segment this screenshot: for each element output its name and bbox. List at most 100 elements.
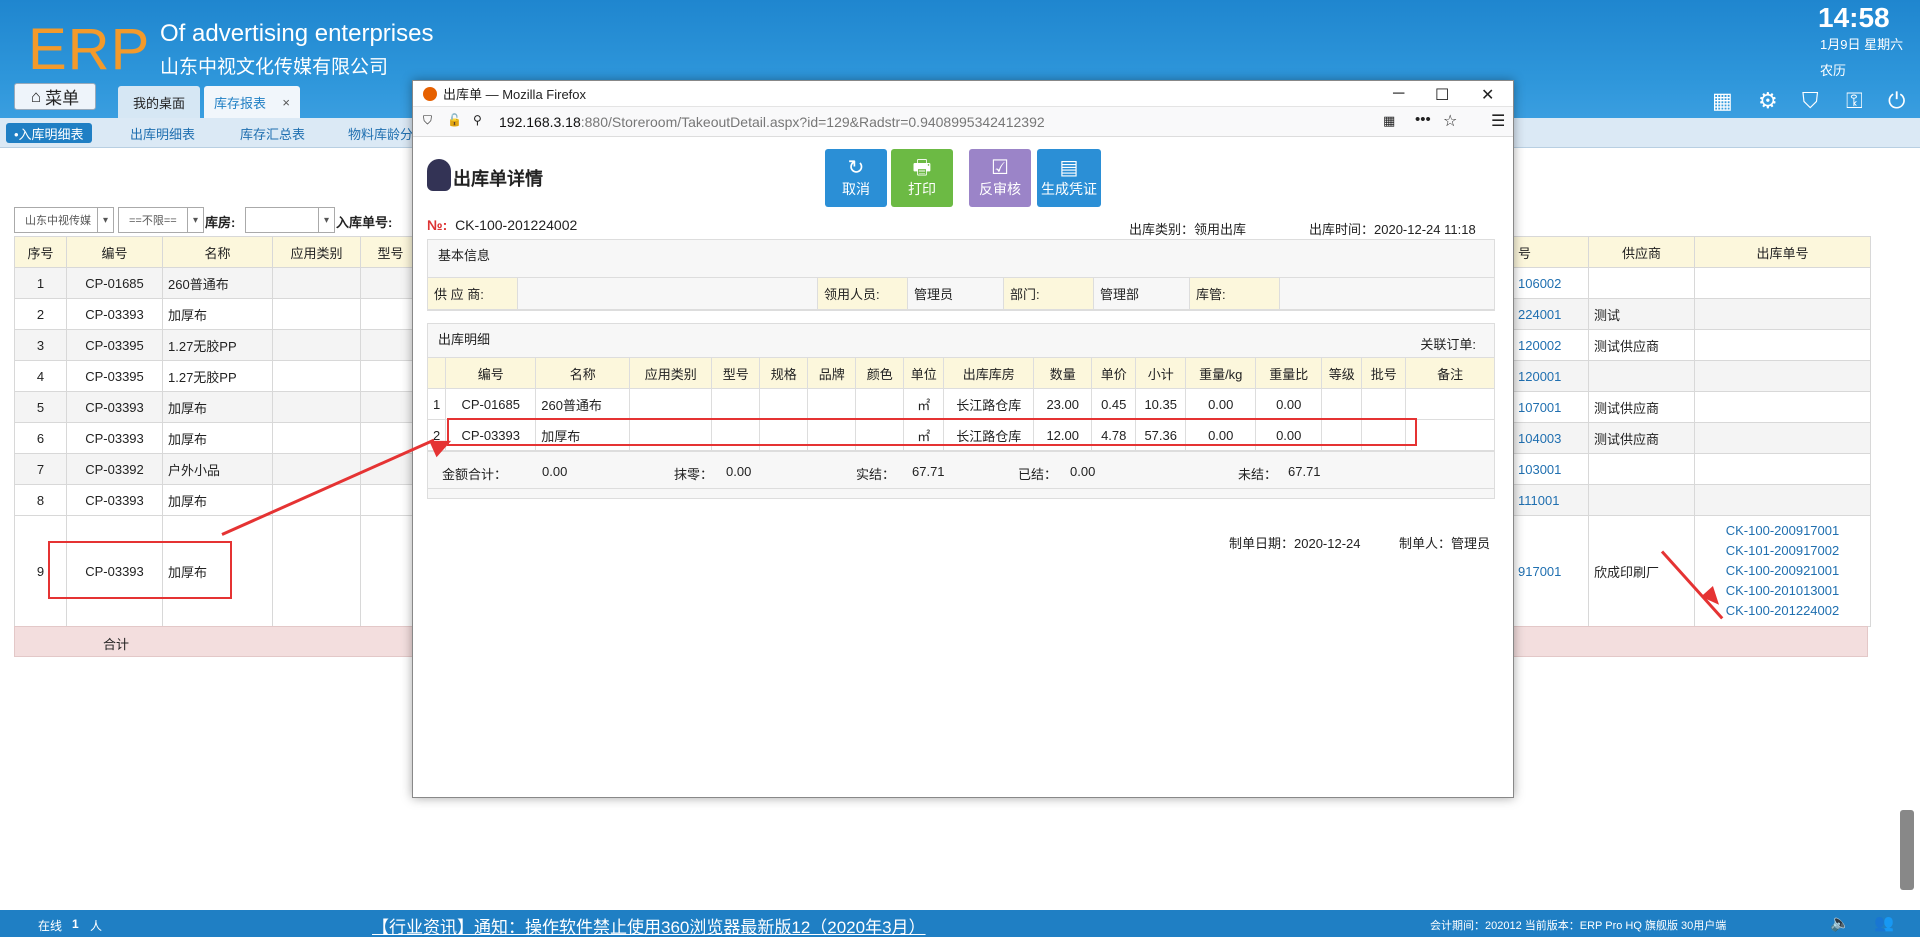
insecure-lock-icon: 🔓 bbox=[447, 113, 462, 127]
subnav-outbound-detail[interactable]: 出库明细表 bbox=[130, 123, 195, 143]
table-row[interactable]: 111001 bbox=[1512, 484, 1871, 516]
table-row[interactable]: 120002 测试供应商 bbox=[1512, 329, 1871, 361]
inbound-table-right: 号 供应商 出库单号 106002 224001 测试 120002 测试供应商 1… bbox=[1512, 236, 1871, 627]
shield-icon: ⛉ bbox=[423, 113, 433, 127]
refresh-icon: ↻ bbox=[847, 157, 865, 179]
inbound-no-label: 入库单号: bbox=[336, 215, 393, 230]
close-icon[interactable]: ✕ bbox=[1481, 85, 1494, 105]
outbound-no-link[interactable]: CK-100-201224002 bbox=[1700, 601, 1865, 621]
hamburger-menu-icon[interactable]: ☰ bbox=[1491, 111, 1505, 131]
subnav-stock-age[interactable]: 物料库龄分 bbox=[348, 123, 413, 143]
total-label: 合计 bbox=[103, 637, 130, 652]
range-select[interactable]: ==不限== ▾ bbox=[118, 207, 204, 233]
outbound-no-link[interactable]: CK-100-200917001 bbox=[1700, 521, 1865, 541]
firefox-icon bbox=[423, 86, 437, 101]
company-select[interactable]: 山东中视传媒 ▾ bbox=[14, 207, 114, 233]
chevron-down-icon: ▾ bbox=[318, 208, 334, 232]
window-titlebar: 出库单 — Mozilla Firefox ─ ☐ ✕ bbox=[413, 81, 1513, 107]
table-row[interactable]: 103001 bbox=[1512, 453, 1871, 485]
date: 1月9日 星期六 bbox=[1820, 37, 1904, 52]
scrollbar[interactable] bbox=[1898, 150, 1916, 910]
maximize-icon[interactable]: ☐ bbox=[1435, 85, 1449, 105]
table-row[interactable]: 2 CP-03393 加厚布 bbox=[14, 298, 421, 330]
highlight-box bbox=[48, 541, 232, 599]
table-row[interactable]: 3 CP-03395 1.27无胶PP bbox=[14, 329, 421, 361]
generate-voucher-button[interactable]: ▤ 生成凭证 bbox=[1037, 149, 1101, 207]
outbound-time: 出库时间：2020-12-24 11:18 bbox=[1309, 222, 1476, 237]
dept-value: 管理部 bbox=[1093, 277, 1190, 310]
clock: 14:58 bbox=[1818, 2, 1890, 33]
table-row[interactable]: 4 CP-03395 1.27无胶PP bbox=[14, 360, 421, 392]
col-header: 号 bbox=[1512, 236, 1589, 268]
url-bar[interactable]: ⛉ 🔓 ⚲ 192.168.3.18:880/Storeroom/Takeout… bbox=[413, 107, 1513, 137]
table-row[interactable]: 106002 bbox=[1512, 267, 1871, 299]
mascot-icon bbox=[427, 159, 451, 191]
erp-logo: ERP bbox=[28, 17, 151, 82]
chevron-down-icon: ▾ bbox=[97, 208, 113, 232]
status-bar: 在线 1 人 【行业资讯】通知：操作软件禁止使用360浏览器最新版12（2020… bbox=[0, 910, 1920, 937]
users-icon[interactable]: 👥 bbox=[1874, 913, 1894, 933]
supplier-value bbox=[517, 277, 818, 310]
qr-icon[interactable]: ▦ bbox=[1383, 113, 1395, 129]
chevron-down-icon: ▾ bbox=[187, 208, 203, 232]
table-row[interactable]: 120001 bbox=[1512, 360, 1871, 392]
table-row[interactable]: 1 CP-01685 260普通布㎡长江路仓库 23.00 0.45 10.35 0.00 0… bbox=[426, 388, 1495, 420]
totals-bar: 金额合计： 0.00 抹零： 0.00 实结： 67.71 已结： 0.00 未… bbox=[427, 451, 1495, 489]
table-row[interactable]: 107001 测试供应商 bbox=[1512, 391, 1871, 423]
shirt-icon[interactable]: ⛉ bbox=[1802, 88, 1819, 114]
speaker-icon[interactable]: 🔈 bbox=[1830, 913, 1850, 933]
outbound-no-link[interactable]: CK-100-200921001 bbox=[1700, 561, 1865, 581]
page-title: 出库单详情 bbox=[453, 169, 543, 189]
gear-icon[interactable]: ⚙ bbox=[1758, 88, 1778, 114]
table-row[interactable]: 5 CP-03393 加厚布 bbox=[14, 391, 421, 423]
basic-info-table: 供 应 商: 领用人员: 管理员 部门: 管理部 库管: bbox=[427, 277, 1495, 310]
outbound-no-link[interactable]: CK-100-201013001 bbox=[1700, 581, 1865, 601]
grid-add-icon[interactable]: ▦ bbox=[1712, 88, 1733, 114]
table-row[interactable]: 224001 测试 bbox=[1512, 298, 1871, 330]
lunar-date: 农历 bbox=[1820, 63, 1847, 78]
warehouse-select[interactable]: ▾ bbox=[245, 207, 335, 233]
maker: 制单人：管理员 bbox=[1399, 536, 1491, 551]
outbound-no-link[interactable]: CK-101-200917002 bbox=[1700, 541, 1865, 561]
outbound-type: 出库类别：领用出库 bbox=[1129, 222, 1247, 237]
permissions-icon: ⚲ bbox=[473, 113, 482, 127]
make-date: 制单日期：2020-12-24 bbox=[1229, 536, 1361, 551]
more-icon[interactable]: ••• bbox=[1415, 111, 1431, 128]
warehouse-label: 库房: bbox=[205, 215, 236, 230]
document-number: №: CK-100-201224002 bbox=[427, 217, 578, 233]
related-order-label: 关联订单: bbox=[1420, 337, 1476, 352]
col-header: 名称 bbox=[162, 236, 273, 268]
home-icon: ⌂ bbox=[30, 86, 42, 106]
unapprove-button[interactable]: ☑ 反审核 bbox=[969, 149, 1031, 207]
table-row[interactable]: 8 CP-03393 加厚布 bbox=[14, 484, 421, 516]
outbound-detail-window: 出库单 — Mozilla Firefox ─ ☐ ✕ ⛉ 🔓 ⚲ 192.16… bbox=[412, 80, 1514, 798]
menu-button[interactable]: ⌂ 菜单 bbox=[14, 83, 96, 110]
section-title: 出库明细 bbox=[438, 332, 491, 347]
cancel-button[interactable]: ↻ 取消 bbox=[825, 149, 887, 207]
subnav-stock-summary[interactable]: 库存汇总表 bbox=[240, 123, 305, 143]
table-row[interactable]: 1 CP-01685 260普通布 bbox=[14, 267, 421, 299]
col-header: 应用类别 bbox=[272, 236, 361, 268]
print-button[interactable]: 🖶 打印 bbox=[891, 149, 953, 207]
tab-desktop[interactable]: 我的桌面 bbox=[118, 86, 200, 118]
news-link[interactable]: 【行业资讯】通知：操作软件禁止使用360浏览器最新版12（2020年3月） bbox=[372, 913, 926, 937]
star-icon[interactable]: ☆ bbox=[1443, 111, 1457, 131]
company-name: 山东中视文化传媒有限公司 bbox=[160, 57, 389, 78]
highlight-box bbox=[447, 418, 1417, 446]
table-row[interactable]: 917001 欣成印刷厂 CK-100-200917001 CK-101-200… bbox=[1512, 515, 1871, 627]
minimize-icon[interactable]: ─ bbox=[1393, 85, 1404, 103]
company-subtitle-en: Of advertising enterprises bbox=[160, 20, 434, 47]
table-row[interactable]: 104003 测试供应商 bbox=[1512, 422, 1871, 454]
key-icon[interactable]: ⚿ bbox=[1846, 88, 1863, 114]
table-row[interactable]: 7 CP-03392 户外小品 bbox=[14, 453, 421, 485]
col-header: 供应商 bbox=[1588, 236, 1695, 268]
col-header: 序号 bbox=[14, 236, 67, 268]
col-header: 出库单号 bbox=[1694, 236, 1871, 268]
subnav-inbound-detail[interactable]: •入库明细表 bbox=[6, 123, 92, 143]
check-icon: ☑ bbox=[991, 157, 1009, 179]
table-row[interactable]: 6 CP-03393 加厚布 bbox=[14, 422, 421, 454]
printer-icon: 🖶 bbox=[912, 157, 932, 179]
power-icon[interactable]: ⏻ bbox=[1888, 88, 1905, 114]
close-icon[interactable]: × bbox=[282, 95, 290, 110]
tab-inventory-report[interactable]: 库存报表 × bbox=[204, 86, 300, 118]
